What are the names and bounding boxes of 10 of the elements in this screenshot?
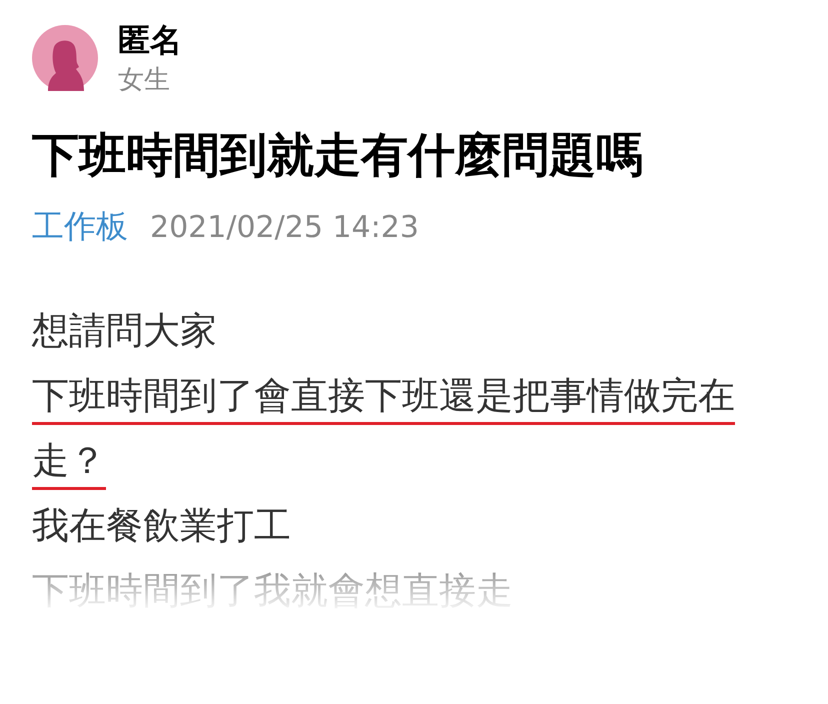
post-paragraph: 下班時間到了我就會想直接走 — [32, 568, 514, 614]
author-gender: 女生 — [118, 64, 171, 97]
post-paragraph: 想請問大家 — [32, 308, 218, 354]
post-paragraph: 下班時間到了會直接下班還是把事情做完在走？ — [32, 373, 736, 484]
author-name: 匿名 — [118, 20, 182, 61]
post-paragraph: 我在餐飲業打工 — [32, 503, 292, 549]
avatar-icon — [32, 25, 98, 91]
post-title: 下班時間到就走有什麼問題嗎 — [32, 127, 644, 185]
board-link[interactable]: 工作板 — [32, 204, 128, 248]
post-date: 2021/02/25 14:23 — [150, 209, 419, 247]
